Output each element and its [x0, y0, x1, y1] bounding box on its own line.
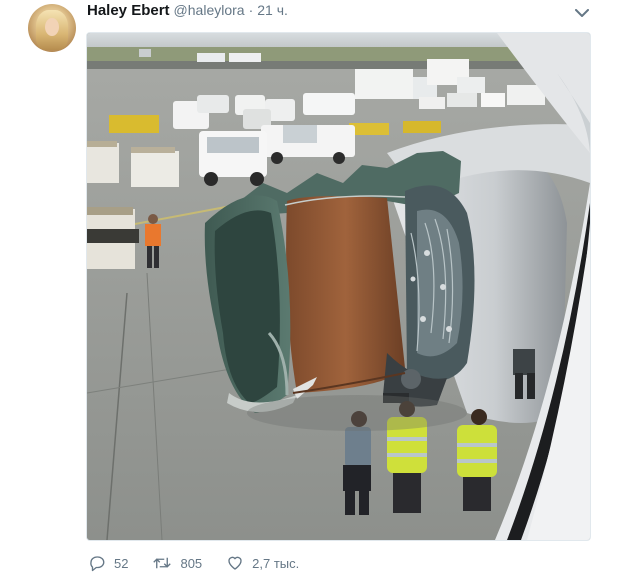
tweet-actions: 52 805 2,7 тыс. — [88, 551, 323, 575]
author-name[interactable]: Haley Ebert — [87, 2, 170, 19]
avatar[interactable] — [28, 4, 76, 52]
like-icon — [228, 556, 242, 570]
tweet-header: Haley Ebert @haleylora · 21 ч. — [87, 2, 288, 22]
like-count: 2,7 тыс. — [252, 555, 300, 571]
like-button[interactable]: 2,7 тыс. — [226, 554, 299, 572]
reply-button[interactable]: 52 — [88, 554, 128, 572]
reply-count: 52 — [114, 555, 129, 571]
tweet-timestamp[interactable]: 21 ч. — [257, 2, 288, 18]
retweet-icon — [153, 557, 172, 569]
header-separator: · — [248, 2, 254, 18]
tweet-photo[interactable] — [86, 32, 591, 541]
author-handle[interactable]: @haleylora — [174, 2, 245, 18]
avatar-face — [45, 18, 59, 36]
retweet-count: 805 — [180, 555, 203, 571]
retweet-button[interactable]: 805 — [152, 554, 202, 572]
chevron-down-icon[interactable] — [574, 6, 590, 20]
photo-engine-damage — [87, 33, 590, 540]
tweet: Haley Ebert @haleylora · 21 ч. 52 805 2,… — [0, 0, 620, 577]
reply-icon — [90, 556, 105, 572]
